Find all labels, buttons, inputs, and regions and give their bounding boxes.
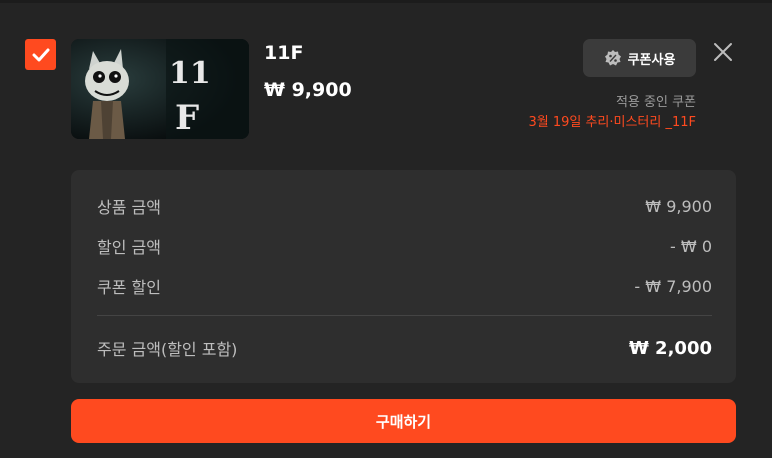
product-title[interactable]: 11F [264,42,303,64]
price-summary: 상품 금액 ₩ 9,900 할인 금액 - ₩ 0 쿠폰 할인 - ₩ 7,90… [71,170,736,383]
summary-value: - ₩ 7,900 [634,276,712,296]
total-value: ₩ 2,000 [628,337,712,359]
summary-label: 상품 금액 [97,198,161,217]
summary-label: 쿠폰 할인 [97,278,161,297]
summary-row-coupon-discount: 쿠폰 할인 - ₩ 7,900 [97,274,712,298]
summary-label: 할인 금액 [97,238,161,257]
summary-value: ₩ 9,900 [645,196,712,216]
total-label: 주문 금액(할인 포함) [97,340,238,359]
coupon-badge-icon [604,50,621,66]
applied-coupon-label: 적용 중인 쿠폰 [615,95,696,110]
applied-coupon-name: 3월 19일 추리·미스터리 _11F [528,115,696,130]
use-coupon-button[interactable]: 쿠폰사용 [583,39,696,77]
buy-button[interactable]: 구매하기 [71,399,736,443]
top-divider [0,0,772,3]
product-price: ₩ 9,900 [264,79,352,101]
summary-divider [97,315,712,316]
summary-row-product-amount: 상품 금액 ₩ 9,900 [97,194,712,218]
remove-item-button[interactable] [710,39,736,65]
checkmark-icon [32,48,49,61]
cover-number: 11 [169,56,211,91]
product-thumbnail[interactable]: 11 F [71,39,249,139]
cover-letter: F [175,98,199,138]
close-icon [714,43,732,61]
summary-row-discount-amount: 할인 금액 - ₩ 0 [97,234,712,258]
game-cover-image: 11 F [71,39,249,139]
summary-value: - ₩ 0 [670,236,712,256]
use-coupon-label: 쿠폰사용 [627,52,676,68]
cart-item-panel: 11 F 11F ₩ 9,900 쿠폰사용 적용 중인 쿠폰 3월 19일 추리… [0,0,772,458]
summary-row-total: 주문 금액(할인 포함) ₩ 2,000 [97,336,712,360]
item-checkbox[interactable] [25,39,56,70]
